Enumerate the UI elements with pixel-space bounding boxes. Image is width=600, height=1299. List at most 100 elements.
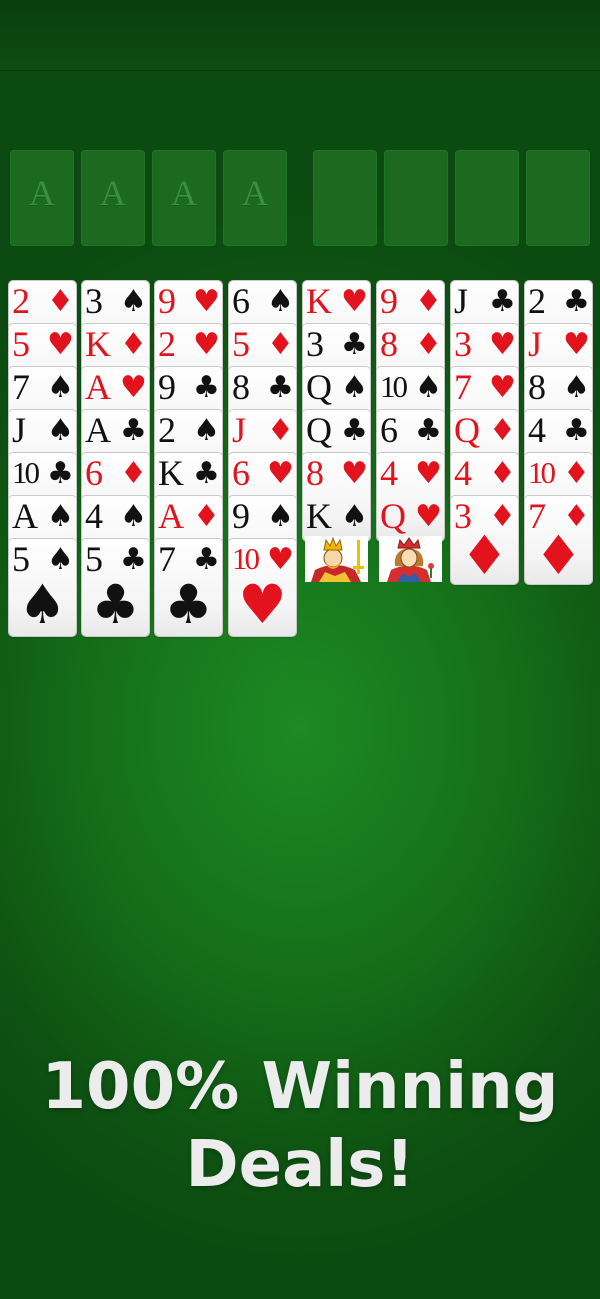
card-rank: 9 [158,281,176,321]
card-suit-icon: ♣ [415,413,442,448]
card-suit-icon: ♥ [341,284,368,319]
card-rank: Q [306,367,332,407]
playing-card[interactable]: K ♠ [303,496,370,584]
card-rank: 3 [454,324,472,364]
card-suit-icon: ♠ [415,370,442,405]
card-suit-icon: ♠ [341,499,368,534]
card-suit-icon: ♦ [489,456,516,491]
card-rank: 7 [12,367,30,407]
card-rank: 6 [232,453,250,493]
card-rank: 2 [12,281,30,321]
card-suit-icon: ♥ [267,456,294,491]
card-center-suit-icon: ♠ [18,573,67,636]
foundation-ace-label: A [100,173,126,213]
card-suit-icon: ♥ [415,456,442,491]
card-center-suit-icon: ♥ [238,573,287,636]
card-suit-icon: ♦ [267,413,294,448]
playing-card[interactable]: 3 ♦ ♦ [451,496,518,584]
free-cell-2[interactable] [384,150,448,246]
card-suit-icon: ♠ [267,499,294,534]
free-cell-4[interactable] [526,150,590,246]
card-rank: Q [306,410,332,450]
card-suit-icon: ♠ [120,284,147,319]
foundation-pile-2[interactable]: A [81,150,145,246]
card-suit-icon: ♥ [193,327,220,362]
card-rank: J [528,324,542,364]
card-rank: 2 [528,281,546,321]
card-rank: 9 [380,281,398,321]
card-rank: 4 [85,496,103,536]
card-rank: K [306,281,332,321]
card-suit-icon: ♦ [489,413,516,448]
card-rank: 10 [528,455,556,490]
card-rank: J [12,410,26,450]
card-rank: 6 [232,281,250,321]
top-bar [0,0,600,71]
card-rank: A [158,496,184,536]
card-rank: K [85,324,111,364]
card-suit-icon: ♣ [563,413,590,448]
playing-card[interactable]: Q ♥ [377,496,444,584]
card-suit-icon: ♥ [47,327,74,362]
card-rank: Q [380,496,406,536]
card-suit-icon: ♥ [489,327,516,362]
card-rank: 10 [380,369,408,404]
card-rank: 2 [158,324,176,364]
card-suit-icon: ♦ [193,499,220,534]
card-suit-icon: ♠ [47,499,74,534]
free-cell-1[interactable] [313,150,377,246]
card-rank: 9 [232,496,250,536]
card-center-suit-icon: ♦ [460,524,509,584]
card-suit-icon: ♦ [47,284,74,319]
card-suit-icon: ♠ [47,413,74,448]
foundation-pile-4[interactable]: A [223,150,287,246]
card-rank: 8 [380,324,398,364]
card-rank: 3 [85,281,103,321]
card-suit-icon: ♥ [341,456,368,491]
card-rank: 5 [12,324,30,364]
card-suit-icon: ♥ [120,370,147,405]
queen-face-art [379,536,442,582]
card-suit-icon: ♦ [415,327,442,362]
card-rank: 8 [528,367,546,407]
playing-card[interactable]: 7 ♦ ♦ [525,496,592,584]
card-rank: 8 [306,453,324,493]
card-rank: J [232,410,246,450]
card-rank: A [12,496,38,536]
card-rank: 4 [528,410,546,450]
card-rank: A [85,367,111,407]
card-suit-icon: ♣ [47,456,74,491]
card-rank: 4 [454,453,472,493]
card-rank: J [454,281,468,321]
card-rank: 5 [232,324,250,364]
card-suit-icon: ♣ [489,284,516,319]
card-suit-icon: ♠ [47,370,74,405]
foundation-ace-label: A [29,173,55,213]
card-suit-icon: ♦ [563,456,590,491]
free-cell-3[interactable] [455,150,519,246]
card-suit-icon: ♦ [267,327,294,362]
card-rank: K [158,453,184,493]
card-suit-icon: ♥ [563,327,590,362]
card-suit-icon: ♦ [120,327,147,362]
card-rank: 6 [380,410,398,450]
card-rank: 8 [232,367,250,407]
card-suit-icon: ♣ [193,370,220,405]
foundation-ace-label: A [242,173,268,213]
playing-card[interactable]: 5 ♣ ♣ [82,539,149,636]
card-suit-icon: ♣ [563,284,590,319]
foundation-pile-3[interactable]: A [152,150,216,246]
card-center-suit-icon: ♦ [534,524,583,584]
card-suit-icon: ♣ [193,456,220,491]
card-suit-icon: ♦ [415,284,442,319]
card-suit-icon: ♠ [193,413,220,448]
card-suit-icon: ♣ [341,327,368,362]
card-suit-icon: ♠ [563,370,590,405]
card-rank: 7 [454,367,472,407]
card-rank: 9 [158,367,176,407]
promo-line-2: Deals! [185,1128,415,1202]
playing-card[interactable]: 10 ♥ ♥ [229,539,296,636]
playing-card[interactable]: 7 ♣ ♣ [155,539,222,636]
playing-card[interactable]: 5 ♠ ♠ [9,539,76,636]
foundation-pile-1[interactable]: A [10,150,74,246]
